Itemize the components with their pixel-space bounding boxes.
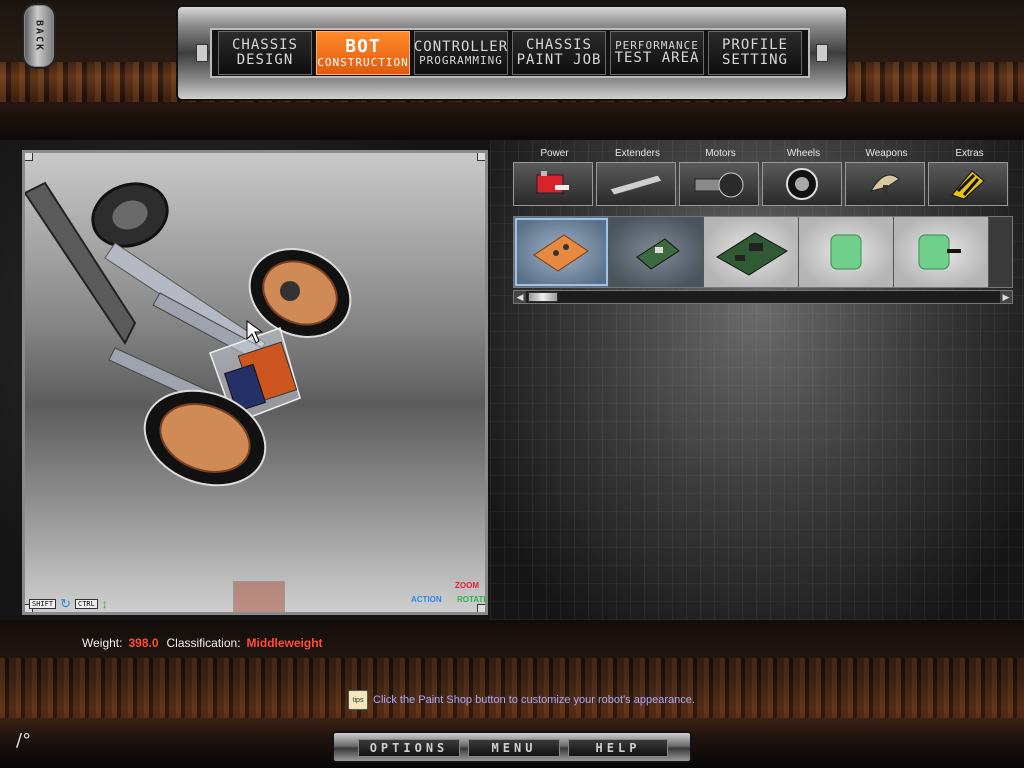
selected-part-thumbnail (233, 581, 285, 612)
zoom-label: ZOOM (455, 581, 479, 590)
classification-label: Classification: (166, 636, 241, 650)
circuit-board-background (490, 140, 1024, 620)
category-button-extenders[interactable] (596, 162, 676, 206)
parts-scrollbar[interactable]: ◀ ▶ (513, 290, 1013, 304)
move-vertical-icon: ↕ (101, 597, 108, 611)
green-receiver-antenna-icon (918, 234, 961, 270)
category-label-power: Power (540, 148, 569, 159)
scroll-right-arrow-icon[interactable]: ▶ (1000, 291, 1012, 303)
rotate-arrow-icon: ↻ (60, 596, 71, 611)
shift-key-label: SHIFT (29, 599, 57, 609)
bot-stats: Weight: 398.0 Classification: Middleweight (82, 636, 331, 650)
tab-performance-test-area[interactable]: PERFORMANCE TEST AREA (610, 31, 704, 75)
wheel-icon (786, 168, 818, 200)
options-button[interactable]: OPTIONS (358, 739, 460, 757)
bot-3d-viewport[interactable]: SHIFT ↻ CTRL ↕ ZOOM ACTION ROTATE (22, 150, 488, 615)
weight-value: 398.0 (128, 636, 159, 650)
tip-text: Click the Paint Shop button to customize… (373, 694, 695, 706)
saw-blade-icon (869, 174, 900, 199)
tab-bot-construction[interactable]: BOT CONSTRUCTION (316, 31, 410, 75)
large-circuit-board-icon (716, 232, 788, 276)
tab-profile-setting[interactable]: PROFILE SETTING (708, 31, 802, 75)
robot-model[interactable] (25, 153, 485, 612)
green-receiver-icon (830, 234, 862, 270)
category-label-motors: Motors (705, 148, 736, 159)
part-item[interactable] (704, 217, 799, 287)
category-button-wheels[interactable] (762, 162, 842, 206)
category-button-weapons[interactable] (845, 162, 925, 206)
category-button-power[interactable] (513, 162, 593, 206)
parts-list (513, 216, 1013, 288)
viewport-controls-hint: SHIFT ↻ CTRL ↕ (29, 596, 108, 611)
motor-cap (280, 281, 300, 301)
scroll-thumb[interactable] (528, 292, 558, 302)
classification-value: Middleweight (246, 636, 323, 650)
part-item[interactable] (799, 217, 894, 287)
motor-icon (694, 172, 744, 198)
back-button[interactable]: BACK (22, 3, 56, 69)
part-category-labels: Power Extenders Motors Wheels Weapons Ex… (513, 148, 1013, 159)
action-label: ACTION (411, 595, 442, 604)
nav-bolt-left (196, 44, 208, 62)
category-label-wheels: Wheels (786, 148, 821, 159)
tab-chassis-paint-job[interactable]: CHASSIS PAINT JOB (512, 31, 606, 75)
category-label-extras: Extras (955, 148, 984, 159)
orange-circuit-board-icon (533, 234, 589, 272)
hazard-stripe-icon (951, 170, 985, 200)
category-button-extras[interactable] (928, 162, 1008, 206)
help-button[interactable]: HELP (568, 739, 668, 757)
tip-bar: tips Click the Paint Shop button to cust… (348, 690, 695, 710)
tab-controller-programming[interactable]: CONTROLLER PROGRAMMING (414, 31, 508, 75)
top-nav-tabs: CHASSIS DESIGN BOT CONSTRUCTION CONTROLL… (218, 31, 802, 75)
nav-bolt-right (816, 44, 828, 62)
part-item[interactable] (514, 217, 609, 287)
back-button-label: BACK (33, 19, 45, 53)
bottom-menu-bar: OPTIONS MENU HELP (332, 731, 692, 763)
weight-label: Weight: (82, 636, 123, 650)
part-item[interactable] (894, 217, 989, 287)
part-item[interactable] (609, 217, 704, 287)
extender-bar-icon (609, 174, 663, 196)
part-category-buttons (513, 162, 1013, 208)
tips-icon: tips (348, 690, 368, 710)
game-logo-icon: /° (16, 730, 32, 751)
category-label-extenders: Extenders (614, 148, 661, 159)
tab-chassis-design[interactable]: CHASSIS DESIGN (218, 31, 312, 75)
ctrl-key-label: CTRL (74, 599, 98, 609)
mouse-controls-hint: ZOOM ACTION ROTATE (411, 581, 488, 611)
scroll-left-arrow-icon[interactable]: ◀ (514, 291, 526, 303)
category-label-weapons: Weapons (865, 148, 908, 159)
category-button-motors[interactable] (679, 162, 759, 206)
battery-icon (536, 171, 569, 194)
green-circuit-board-icon (636, 238, 680, 270)
menu-button[interactable]: MENU (468, 739, 560, 757)
rotate-label: ROTATE (457, 595, 488, 604)
